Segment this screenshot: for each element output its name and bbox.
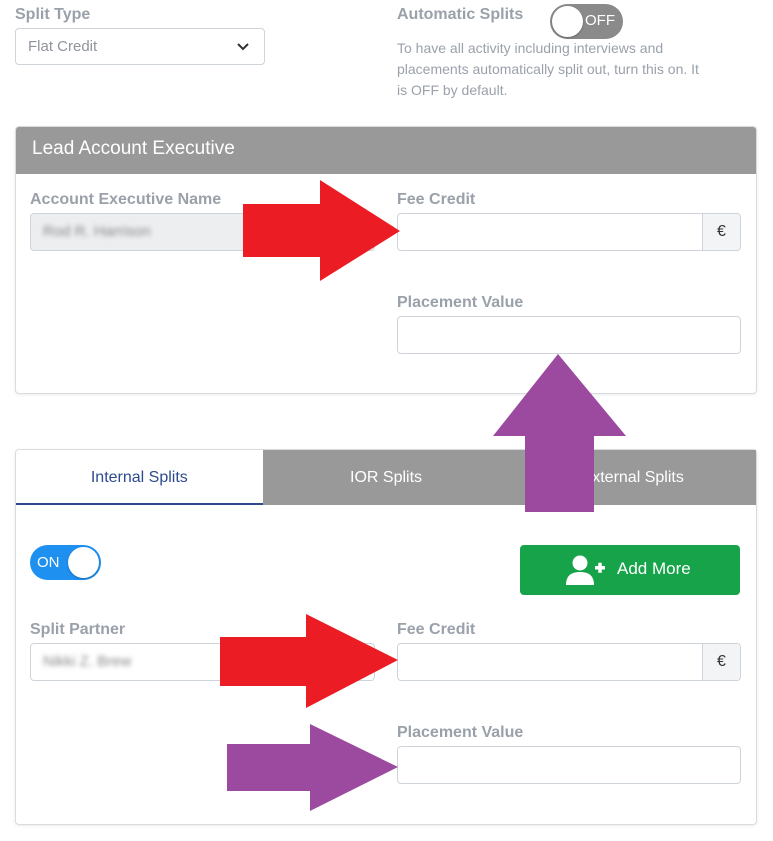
red-arrow-right-icon bbox=[243, 180, 400, 281]
purple-arrow-up-icon bbox=[493, 354, 626, 512]
purple-arrow-right-icon bbox=[227, 724, 398, 811]
red-arrow-right-icon bbox=[220, 614, 398, 708]
annotation-overlay bbox=[220, 180, 626, 811]
